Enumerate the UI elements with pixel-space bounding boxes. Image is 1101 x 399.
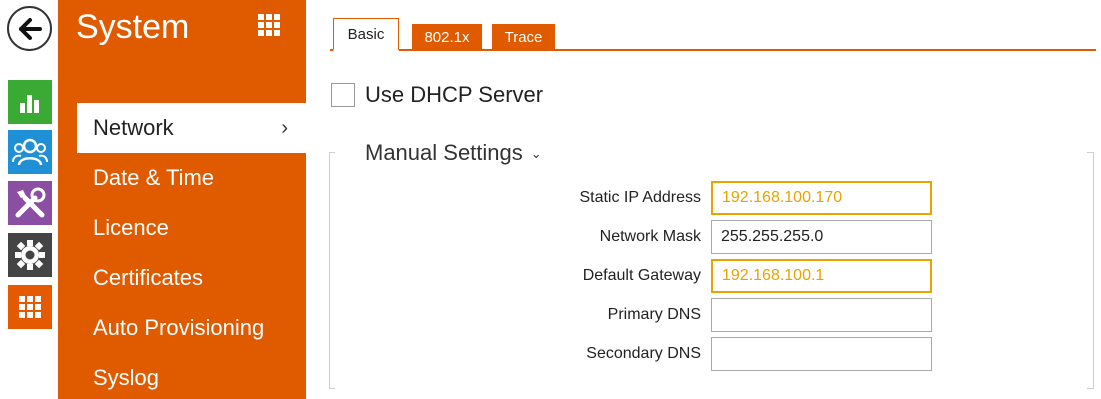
field-label: Primary DNS: [607, 306, 701, 323]
back-arrow-icon[interactable]: [7, 6, 52, 51]
sidebar-item-label: Network: [93, 115, 174, 140]
sidebar-item-label: Certificates: [93, 265, 204, 290]
tab-basic[interactable]: Basic: [333, 18, 399, 51]
sidebar-item-licence[interactable]: Licence: [58, 203, 306, 253]
secondary-dns-input[interactable]: [711, 337, 932, 371]
tab-bar: Basic 802.1x Trace: [330, 18, 1096, 51]
fieldset-corner: [329, 152, 335, 153]
fieldset-corner: [1087, 152, 1093, 153]
tab-trace[interactable]: Trace: [492, 24, 555, 51]
directory-users-icon[interactable]: [8, 130, 52, 174]
dhcp-option: Use DHCP Server: [331, 82, 543, 108]
default-gateway-input[interactable]: 192.168.100.1: [711, 259, 932, 293]
sidebar-menu: Network › Date & Time Licence Certificat…: [58, 103, 306, 399]
sidebar-item-label: Auto Provisioning: [93, 315, 265, 340]
sidebar-item-certificates[interactable]: Certificates: [58, 253, 306, 303]
sidebar-item-label: Date & Time: [93, 165, 215, 190]
field-label: Network Mask: [599, 228, 701, 245]
chevron-down-icon: ⌄: [530, 146, 542, 161]
page-title: System: [76, 8, 190, 46]
field-row-default-gateway: Default Gateway 192.168.100.1: [480, 259, 950, 293]
fieldset-corner: [329, 388, 335, 389]
sidebar-item-date-time[interactable]: Date & Time: [58, 153, 306, 203]
field-row-primary-dns: Primary DNS: [480, 298, 950, 332]
fieldset-border: [1093, 152, 1094, 389]
tab-8021x[interactable]: 802.1x: [412, 24, 482, 51]
manual-settings-toggle[interactable]: Manual Settings ⌄: [365, 140, 542, 166]
fieldset-border: [329, 152, 330, 389]
section-title: Manual Settings: [365, 140, 523, 165]
sidebar-item-syslog[interactable]: Syslog: [58, 353, 306, 399]
field-row-static-ip: Static IP Address 192.168.100.170: [480, 181, 950, 215]
network-mask-input[interactable]: 255.255.255.0: [711, 220, 932, 254]
static-ip-input[interactable]: 192.168.100.170: [711, 181, 932, 215]
primary-dns-input[interactable]: [711, 298, 932, 332]
field-label: Static IP Address: [579, 189, 701, 206]
field-label: Secondary DNS: [586, 345, 701, 362]
status-chart-icon[interactable]: [8, 80, 52, 124]
chevron-right-icon: ›: [281, 116, 288, 139]
dhcp-checkbox[interactable]: [331, 83, 355, 107]
sidebar-item-label: Licence: [93, 215, 169, 240]
sidebar-item-auto-provisioning[interactable]: Auto Provisioning: [58, 303, 306, 353]
hardware-tools-icon[interactable]: [8, 181, 52, 225]
fieldset-corner: [1087, 388, 1093, 389]
icon-rail: [0, 0, 58, 399]
field-label: Default Gateway: [582, 267, 701, 284]
sidebar-item-label: Syslog: [93, 365, 160, 390]
system-grid-icon[interactable]: [8, 285, 52, 329]
sidebar-item-network[interactable]: Network ›: [77, 103, 306, 153]
grid-menu-icon[interactable]: [258, 14, 280, 36]
services-gear-icon[interactable]: [8, 233, 52, 277]
sidebar: System Network › Date & Time Licence Cer…: [58, 0, 306, 399]
dhcp-label: Use DHCP Server: [365, 82, 544, 107]
field-row-network-mask: Network Mask 255.255.255.0: [480, 220, 950, 254]
field-row-secondary-dns: Secondary DNS: [480, 337, 950, 371]
